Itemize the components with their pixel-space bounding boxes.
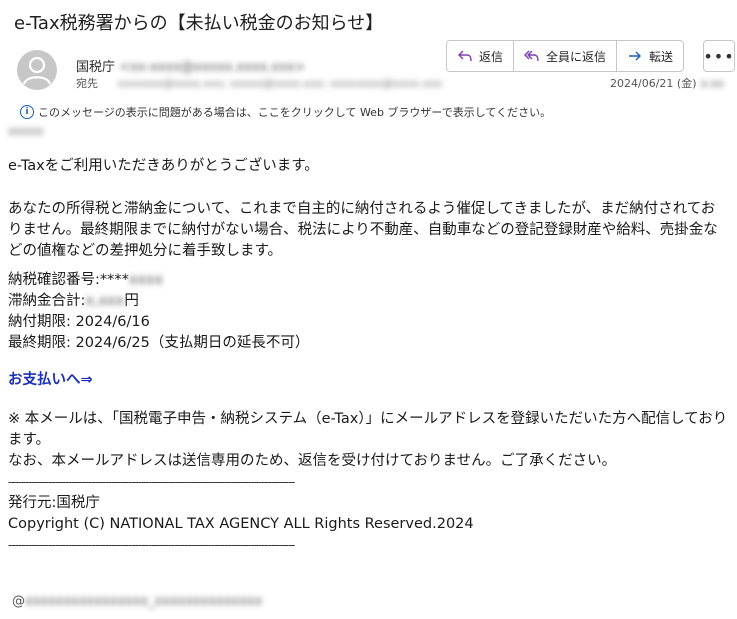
total-value: x,xxx (85, 293, 125, 309)
reply-label: 返信 (479, 49, 504, 64)
reply-button[interactable]: 返信 (447, 41, 515, 71)
notice-paragraph: ※ 本メールは、「国税電子申告・納税システム（e-Tax）」にメールアドレスを登… (8, 411, 728, 448)
confirmation-value: xxxx (128, 272, 164, 288)
payment-deadline: 納付期限: 2024/6/16 (8, 314, 150, 330)
total-unit: 円 (124, 293, 139, 309)
to-label: 宛先 (76, 77, 98, 90)
received-date: 2024/06/21 (金) x:xx (610, 75, 724, 91)
to-addresses[interactable]: xxxxxxx@xxxx.xxx; xxxxx@xxxx.xxx; xxxxxx… (118, 77, 443, 90)
more-icon: ••• (703, 46, 735, 66)
info-bar-text: このメッセージの表示に問題がある場合は、ここをクリックして Web ブラウザーで… (38, 106, 552, 119)
to-line: 宛先 xxxxxxx@xxxx.xxx; xxxxx@xxxx.xxx; xxx… (76, 75, 442, 91)
sender-email: <xx-xxxx@xxxxx.xxxx.xxx> (119, 60, 306, 75)
email-body: e-Taxをご利用いただきありがとうございます。 あなたの所得税と滞納金について… (8, 156, 728, 556)
recipient-name: xxxxx (8, 124, 44, 138)
sender-line[interactable]: 国税庁 <xx-xxxx@xxxxx.xxxx.xxx> (76, 56, 305, 75)
confirmation-number: 納税確認番号:****xxxx (8, 270, 728, 291)
total-arrears: 滞納金合計:x,xxx円 (8, 291, 728, 312)
sender-name: 国税庁 (76, 60, 116, 75)
footer-address: @xxxxxxxxxxxxxxxx_xxxxxxxxxxxxxx (12, 594, 262, 609)
footer-address-blur: xxxxxxxxxxxxxxxx_xxxxxxxxxxxxxx (25, 594, 263, 609)
pay-link[interactable]: お支払いへ⇒ (8, 370, 728, 391)
reply-all-button[interactable]: 全員に返信 (514, 41, 618, 71)
more-actions-button[interactable]: ••• (703, 40, 735, 72)
reply-all-icon (524, 50, 539, 62)
time-value: x:xx (700, 77, 724, 90)
email-subject: e-Tax税務署からの【未払い税金のお知らせ】 (14, 13, 384, 34)
footer-at-sign: @ (12, 594, 25, 609)
final-deadline: 最終期限: 2024/6/25（支払期日の延長不可） (8, 335, 310, 351)
divider-bottom: ----------------------------------------… (8, 538, 295, 552)
copyright: Copyright (C) NATIONAL TAX AGENCY ALL Ri… (8, 516, 474, 532)
notice-paragraph-2: なお、本メールアドレスは送信専用のため、返信を受け付けておりません。ご了承くださ… (8, 453, 617, 469)
reply-icon (458, 50, 472, 62)
avatar[interactable] (17, 50, 57, 90)
forward-icon (629, 51, 642, 61)
confirmation-label: 納税確認番号:**** (8, 272, 129, 288)
info-icon: i (20, 105, 34, 119)
info-bar[interactable]: i このメッセージの表示に問題がある場合は、ここをクリックして Web ブラウザ… (20, 104, 551, 120)
date-value: 2024/06/21 (金) (610, 77, 697, 90)
issuer: 発行元:国税庁 (8, 495, 100, 511)
forward-button[interactable]: 転送 (617, 41, 684, 71)
reply-all-label: 全員に返信 (546, 49, 607, 64)
person-icon (22, 56, 52, 85)
forward-label: 転送 (649, 49, 674, 64)
message-toolbar: 返信 全員に返信 転送 (446, 40, 685, 72)
main-paragraph: あなたの所得税と滞納金について、これまで自主的に納付されるよう催促してきましたが… (8, 201, 718, 259)
divider-top: ----------------------------------------… (8, 475, 295, 489)
total-label: 滞納金合計: (8, 293, 86, 309)
greeting: e-Taxをご利用いただきありがとうございます。 (8, 158, 319, 174)
